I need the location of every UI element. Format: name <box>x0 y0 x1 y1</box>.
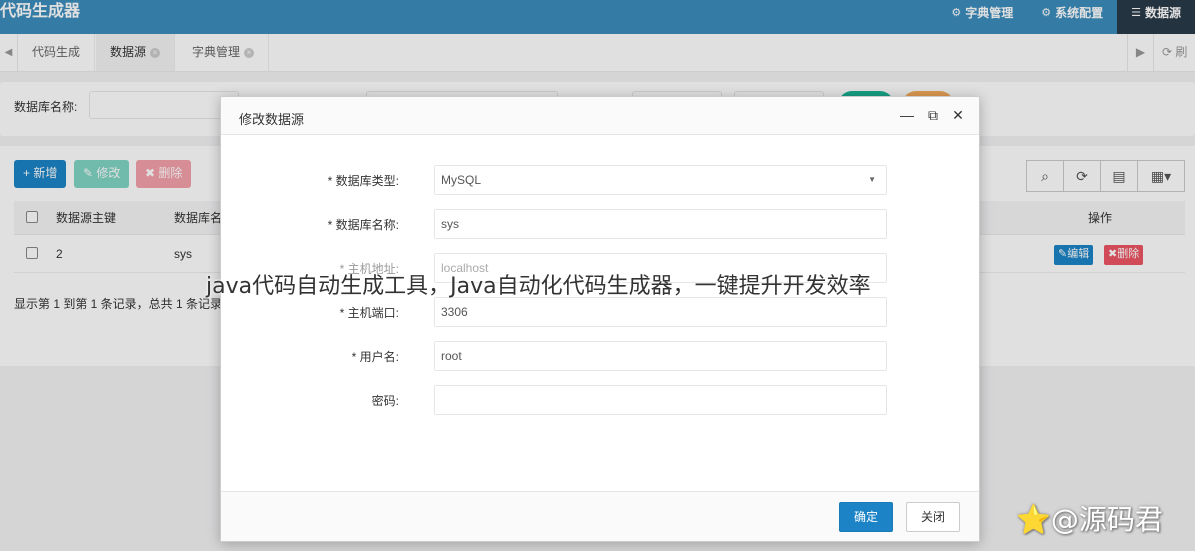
dialog-footer: 确定 关闭 <box>221 491 979 541</box>
db-type-label: * 数据库类型: <box>327 174 399 188</box>
db-name-field[interactable]: sys <box>434 209 887 239</box>
db-name-field-label: * 数据库名称: <box>327 218 399 232</box>
db-type-value: MySQL <box>441 173 482 187</box>
port-field[interactable]: 3306 <box>434 297 887 327</box>
dialog-header: 修改数据源 — ⧉ ✕ <box>221 97 979 135</box>
overlay-caption: java代码自动生成工具，Java自动化代码生成器，一键提升开发效率 <box>206 274 871 299</box>
dialog-title: 修改数据源 <box>239 112 305 127</box>
form-row-db-name: * 数据库名称: sys <box>221 209 979 239</box>
chevron-down-icon: ▼ <box>868 175 876 184</box>
minimize-icon[interactable]: — <box>899 107 915 123</box>
form-row-db-type: * 数据库类型: MySQL ▼ <box>221 165 979 195</box>
dialog-body: * 数据库类型: MySQL ▼ * 数据库名称: sys * 主机地址: lo… <box>221 135 979 491</box>
port-label: * 主机端口: <box>339 306 399 320</box>
password-label: 密码: <box>371 394 399 408</box>
confirm-button[interactable]: 确定 <box>839 502 893 532</box>
close-button[interactable]: 关闭 <box>906 502 960 532</box>
source-watermark: ⭐@源码君 <box>1016 503 1163 536</box>
username-field[interactable]: root <box>434 341 887 371</box>
form-row-username: * 用户名: root <box>221 341 979 371</box>
maximize-icon[interactable]: ⧉ <box>925 107 941 123</box>
edit-datasource-dialog: 修改数据源 — ⧉ ✕ * 数据库类型: MySQL ▼ * 数据库名称: sy… <box>220 96 980 542</box>
db-type-select[interactable]: MySQL ▼ <box>434 165 887 195</box>
form-row-password: 密码: <box>221 385 979 415</box>
password-field[interactable] <box>434 385 887 415</box>
close-icon[interactable]: ✕ <box>950 107 966 123</box>
username-label: * 用户名: <box>351 350 399 364</box>
form-row-port: * 主机端口: 3306 <box>221 297 979 327</box>
